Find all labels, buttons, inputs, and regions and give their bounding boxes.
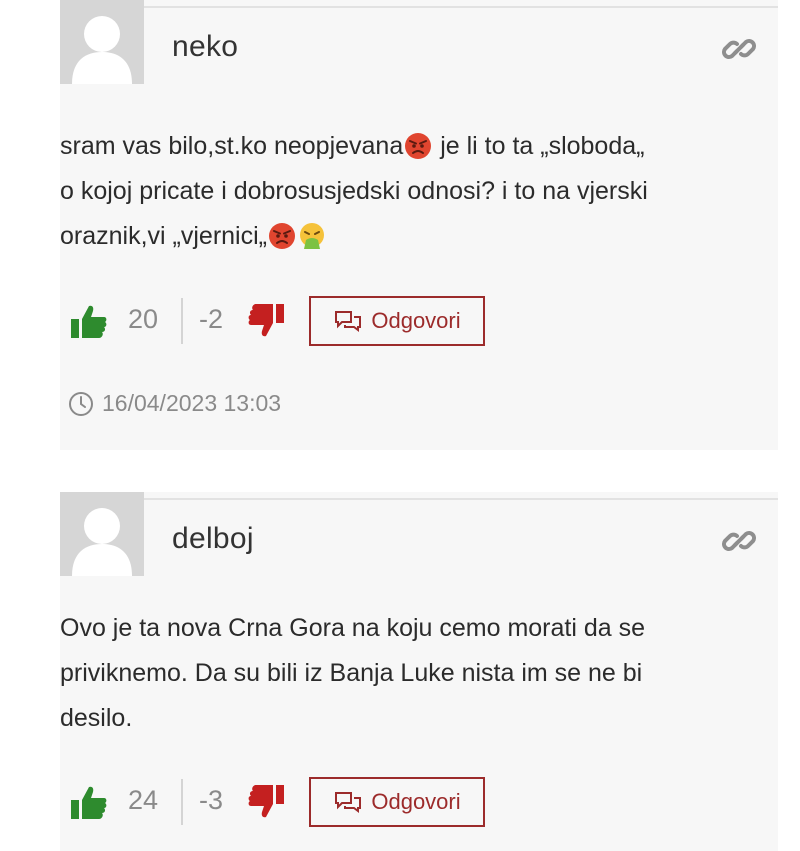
comment-line: je li to ta „sloboda„ <box>433 132 645 160</box>
reply-label: Odgovori <box>371 308 461 333</box>
divider <box>60 6 778 8</box>
comment-line: desilo. <box>60 704 133 732</box>
avatar <box>60 0 144 84</box>
comment-text: Ovo je ta nova Crna Gora na koju cemo mo… <box>60 606 758 741</box>
comment-line: o kojoj pricate i dobrosusjedski odnosi?… <box>60 177 648 205</box>
upvote-count: 20 <box>128 304 159 334</box>
vomiting-face-emoji <box>299 223 324 249</box>
link-icon[interactable] <box>722 32 756 66</box>
thumbs-down-icon[interactable] <box>245 302 285 340</box>
comment-card: neko sram vas bilo,st.ko neopjevana je l… <box>60 0 778 450</box>
downvote-count: -2 <box>199 304 224 334</box>
downvote-count: -3 <box>199 785 224 815</box>
date-text: 16/04/2023 13:03 <box>102 390 282 416</box>
comment-card: delboj Ovo je ta nova Crna Gora na koju … <box>60 492 778 851</box>
comment-line: priviknemo. Da su bili iz Banja Luke nis… <box>60 659 643 687</box>
vote-bar: 24 -3 Odgovori <box>70 777 510 831</box>
divider <box>60 498 778 500</box>
comment-line: oraznik,vi „vjernici„ <box>60 222 267 250</box>
reply-label: Odgovori <box>371 789 461 814</box>
reply-button[interactable]: Odgovori <box>309 777 485 827</box>
angry-face-emoji <box>405 133 432 159</box>
default-avatar-icon <box>60 0 144 84</box>
speech-bubbles-icon <box>335 311 362 332</box>
angry-face-emoji <box>268 223 295 249</box>
avatar <box>60 492 144 576</box>
link-icon[interactable] <box>722 524 756 558</box>
comment-line: Ovo je ta nova Crna Gora na koju cemo mo… <box>60 614 646 642</box>
vote-divider <box>181 298 183 344</box>
comment-date: 16/04/2023 13:03 <box>68 390 281 417</box>
vote-bar: 20 -2 Odgovori <box>70 296 510 350</box>
clock-icon <box>69 391 93 416</box>
default-avatar-icon <box>60 492 144 576</box>
comment-line: sram vas bilo,st.ko neopjevana <box>60 132 404 160</box>
comment-author[interactable]: neko <box>172 30 238 64</box>
comment-text: sram vas bilo,st.ko neopjevana je li to … <box>60 124 758 259</box>
speech-bubbles-icon <box>335 792 362 813</box>
comment-author[interactable]: delboj <box>172 522 254 556</box>
reply-button[interactable]: Odgovori <box>309 296 485 346</box>
thumbs-up-icon[interactable] <box>70 302 108 340</box>
thumbs-up-icon[interactable] <box>70 783 108 821</box>
thumbs-down-icon[interactable] <box>245 783 285 821</box>
upvote-count: 24 <box>128 785 159 815</box>
vote-divider <box>181 779 183 825</box>
